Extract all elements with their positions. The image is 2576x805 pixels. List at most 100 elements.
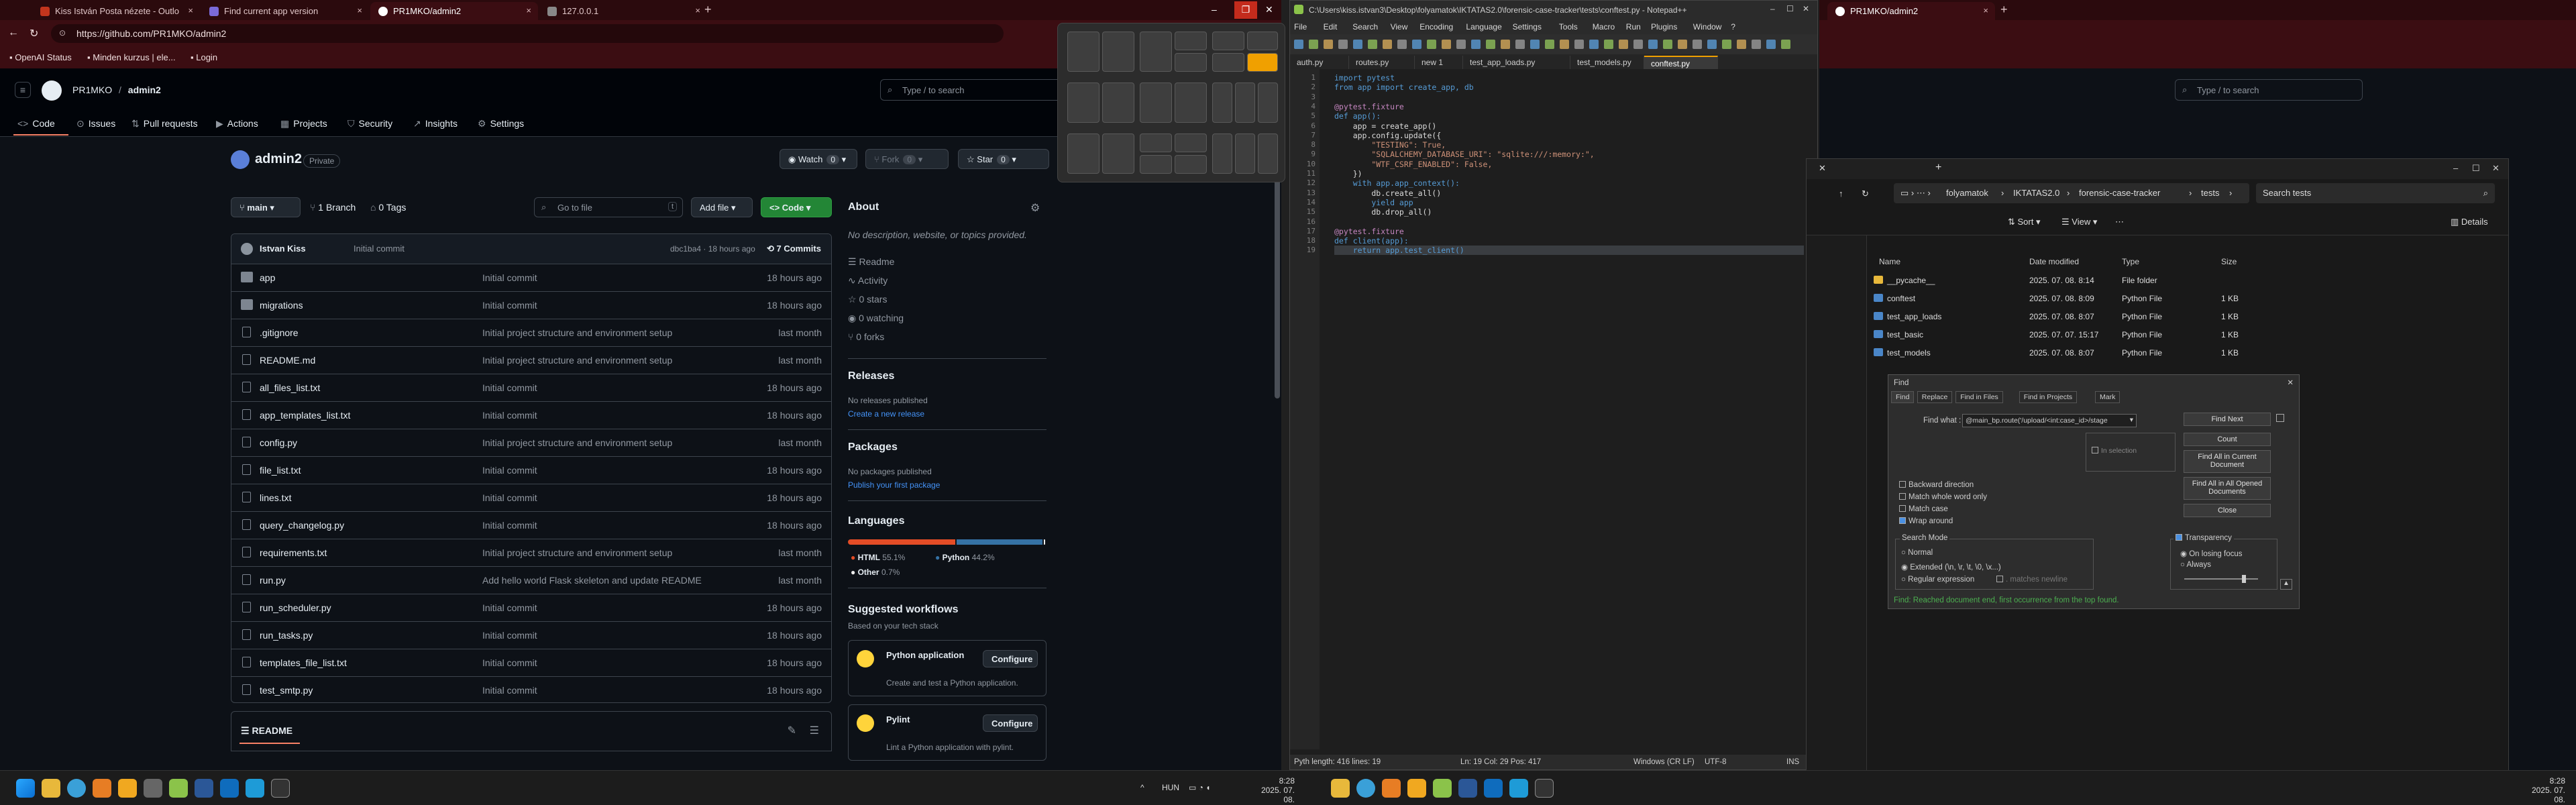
- mode-extended-radio[interactable]: ◉ Extended (\n, \r, \t, \0, \x...): [1901, 562, 2001, 572]
- count-button[interactable]: Count: [2184, 433, 2271, 446]
- table-row[interactable]: run.py Add hello world Flask skeleton and…: [231, 566, 831, 594]
- github-search-input[interactable]: ⌕ Type / to search: [2175, 79, 2363, 101]
- browser-tab-localhost[interactable]: 127.0.0.1 ×: [539, 2, 707, 20]
- menu-item[interactable]: File: [1294, 22, 1307, 32]
- close-icon[interactable]: ✕: [2492, 163, 2500, 174]
- toolbar-icon[interactable]: [1530, 40, 1540, 49]
- commit-message[interactable]: Initial project structure and environmen…: [482, 327, 672, 338]
- tab-actions[interactable]: ▶ Actions: [216, 118, 258, 129]
- toolbar-icon[interactable]: [1515, 40, 1525, 49]
- refresh-icon[interactable]: ↻: [1862, 189, 1869, 199]
- toolbar-icon[interactable]: [1737, 40, 1746, 49]
- on-losing-focus-radio[interactable]: ◉ On losing focus: [2180, 549, 2243, 558]
- table-row[interactable]: run_tasks.py Initial commit 18 hours ago: [231, 621, 831, 649]
- toolbar-icon[interactable]: [1707, 40, 1717, 49]
- commit-message[interactable]: Initial commit: [482, 272, 537, 283]
- snap-zone[interactable]: [1258, 133, 1278, 174]
- tab-code[interactable]: <> Code: [17, 118, 55, 129]
- snap-zone[interactable]: [1235, 133, 1255, 174]
- expand-icon[interactable]: ▲: [2280, 579, 2292, 590]
- wrap-around-option[interactable]: Wrap around: [1899, 517, 1953, 525]
- commit-message[interactable]: Initial commit: [482, 465, 537, 476]
- file-explorer-icon[interactable]: [42, 779, 60, 798]
- toolbar-icon[interactable]: [1619, 40, 1628, 49]
- commit-message[interactable]: Initial commit: [482, 657, 537, 668]
- repo-link[interactable]: admin2: [128, 85, 161, 95]
- toolbar-icon[interactable]: [1412, 40, 1421, 49]
- toolbar-icon[interactable]: [1383, 40, 1392, 49]
- find-tab[interactable]: Replace: [1917, 391, 1953, 403]
- menu-item[interactable]: Macro: [1593, 22, 1615, 32]
- maximize-icon[interactable]: ☐: [1786, 4, 1794, 13]
- menu-item[interactable]: Edit: [1324, 22, 1338, 32]
- notepadpp-icon[interactable]: [1433, 779, 1452, 798]
- minimize-icon[interactable]: –: [1770, 4, 1775, 13]
- snap-zone[interactable]: [1067, 32, 1099, 72]
- watching-link[interactable]: ◉ 0 watching: [848, 313, 904, 324]
- gear-icon[interactable]: ⚙: [1030, 201, 1040, 215]
- commit-message[interactable]: Add hello world Flask skeleton and updat…: [482, 575, 702, 586]
- toolbar-icon[interactable]: [1633, 40, 1643, 49]
- commit-message[interactable]: Initial project structure and environmen…: [482, 547, 672, 558]
- snap-zone[interactable]: [1175, 53, 1207, 72]
- word-icon[interactable]: [195, 779, 213, 798]
- snap-zone[interactable]: [1140, 155, 1172, 174]
- close-icon[interactable]: ×: [1983, 5, 1988, 15]
- snap-zone[interactable]: [1175, 32, 1207, 50]
- always-radio[interactable]: ○ Always: [2180, 561, 2211, 569]
- watch-button[interactable]: ◉ Watch 0 ▾: [780, 149, 857, 169]
- npp-tab[interactable]: auth.py: [1290, 56, 1349, 69]
- terminal-icon[interactable]: [1535, 779, 1554, 798]
- header-size[interactable]: Size: [2221, 257, 2237, 266]
- commit-message[interactable]: Initial commit: [482, 492, 537, 503]
- browser-tab-github[interactable]: PR1MKO/admin2 ×: [370, 2, 538, 20]
- backward-direction-option[interactable]: Backward direction: [1899, 481, 1974, 489]
- forks-link[interactable]: ⑂ 0 forks: [848, 331, 884, 342]
- fork-button[interactable]: ⑂ Fork 0 ▾: [865, 149, 949, 169]
- slider-thumb[interactable]: [2242, 575, 2246, 583]
- find-what-input[interactable]: @main_bp.route('/upload/<int:case_id>/st…: [1962, 414, 2137, 427]
- snap-zone[interactable]: [1102, 32, 1134, 72]
- snap-zone[interactable]: [1175, 83, 1207, 123]
- snap-zone[interactable]: [1067, 133, 1099, 174]
- toolbar-icon[interactable]: [1560, 40, 1569, 49]
- npp-tab[interactable]: routes.py: [1349, 56, 1415, 69]
- more-icon[interactable]: ⋯: [2115, 217, 2124, 227]
- commit-message[interactable]: Initial commit: [482, 602, 537, 613]
- match-case-option[interactable]: Match case: [1899, 505, 1948, 513]
- swap-checkbox[interactable]: [2276, 414, 2284, 422]
- refresh-icon[interactable]: ↻: [30, 27, 38, 40]
- configure-button[interactable]: Configure: [983, 650, 1038, 667]
- menu-item[interactable]: Encoding: [1419, 22, 1453, 32]
- branches-link[interactable]: ⑂ 1 Branch: [310, 202, 356, 213]
- app-icon[interactable]: [246, 779, 264, 798]
- file-name[interactable]: run_scheduler.py: [260, 602, 331, 613]
- transparency-option[interactable]: Transparency: [2174, 534, 2234, 542]
- snap-zone[interactable]: [1175, 155, 1207, 174]
- snap-zone[interactable]: [1102, 83, 1134, 123]
- toolbar-icon[interactable]: [1589, 40, 1599, 49]
- clock-left[interactable]: 8:28 2025. 07. 08.: [1254, 776, 1295, 804]
- snap-zone[interactable]: [1212, 32, 1244, 50]
- outline-icon[interactable]: ☰: [810, 724, 819, 737]
- owner-link[interactable]: PR1MKO: [72, 85, 112, 95]
- commit-message[interactable]: Initial project structure and environmen…: [482, 355, 672, 366]
- edge-icon[interactable]: [67, 779, 86, 798]
- tab-settings[interactable]: ⚙ Settings: [478, 118, 524, 129]
- menu-item[interactable]: Plugins: [1651, 22, 1677, 32]
- toolbar-icon[interactable]: [1486, 40, 1495, 49]
- close-icon[interactable]: ×: [526, 5, 531, 15]
- toolbar-icon[interactable]: [1442, 40, 1451, 49]
- mode-regex-radio[interactable]: ○ Regular expression: [1901, 576, 1974, 584]
- list-item[interactable]: test_models 2025. 07. 08. 8:07 Python File…: [1874, 344, 2504, 362]
- list-item[interactable]: test_app_loads 2025. 07. 08. 8:07 Python F…: [1874, 308, 2504, 325]
- commit-message[interactable]: Initial commit: [482, 300, 537, 311]
- npp-tab[interactable]: test_app_loads.py: [1463, 56, 1570, 69]
- table-row[interactable]: requirements.txt Initial project structur…: [231, 539, 831, 566]
- publish-package-link[interactable]: Publish your first package: [848, 480, 940, 490]
- file-name[interactable]: file_list.txt: [260, 465, 301, 476]
- commits-link[interactable]: ⟲ 7 Commits: [767, 244, 821, 254]
- mode-normal-radio[interactable]: ○ Normal: [1901, 549, 1933, 557]
- match-whole-word-option[interactable]: Match whole word only: [1899, 493, 1987, 501]
- snap-zone[interactable]: [1140, 133, 1172, 152]
